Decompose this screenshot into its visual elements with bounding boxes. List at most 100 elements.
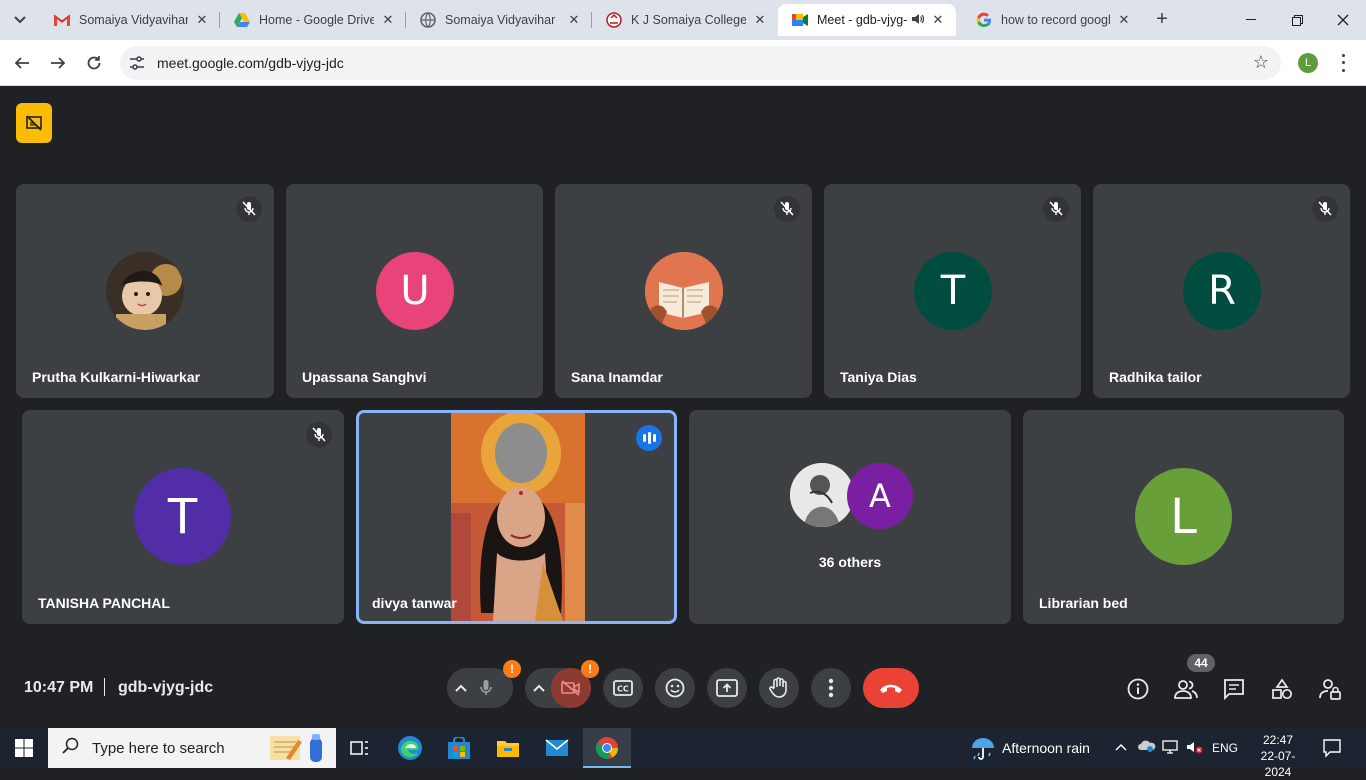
volume-muted-icon[interactable] bbox=[1186, 740, 1204, 757]
taskbar-chrome[interactable] bbox=[591, 732, 623, 764]
tab-title: K J Somaiya College o bbox=[631, 13, 746, 27]
mic-icon[interactable] bbox=[479, 679, 493, 697]
participant-tile[interactable]: T Taniya Dias bbox=[824, 184, 1081, 398]
close-icon[interactable]: ✕ bbox=[566, 12, 582, 28]
tab-strip: Somaiya Vidyavihar M ✕ Home - Google Dri… bbox=[0, 0, 1366, 40]
raise-hand-button[interactable] bbox=[759, 668, 799, 708]
back-button[interactable] bbox=[8, 49, 36, 77]
new-tab-button[interactable]: + bbox=[1151, 8, 1173, 30]
host-controls-button[interactable] bbox=[1317, 676, 1343, 702]
meeting-details-button[interactable] bbox=[1125, 676, 1151, 702]
clock-date: 22-07-2024 bbox=[1260, 749, 1296, 779]
tab-gmail[interactable]: Somaiya Vidyavihar M ✕ bbox=[40, 4, 220, 36]
tab-title: Meet - gdb-vjyg-j bbox=[817, 13, 907, 27]
task-view-button[interactable] bbox=[344, 732, 376, 764]
site-info-icon[interactable] bbox=[128, 54, 146, 72]
chevron-up-icon[interactable] bbox=[533, 684, 545, 692]
present-screen-button[interactable] bbox=[707, 668, 747, 708]
reload-button[interactable] bbox=[80, 49, 108, 77]
lock-person-icon bbox=[1319, 679, 1341, 700]
participant-tile[interactable]: L Librarian bed bbox=[1023, 410, 1344, 624]
tab-search-button[interactable] bbox=[8, 8, 32, 32]
participant-tile[interactable]: R Radhika tailor bbox=[1093, 184, 1350, 398]
taskbar-mail[interactable] bbox=[541, 732, 573, 764]
participant-tile[interactable]: Sana Inamdar bbox=[555, 184, 812, 398]
people-button[interactable] bbox=[1173, 676, 1199, 702]
restore-button[interactable] bbox=[1274, 0, 1320, 40]
meeting-clock: 10:47 PM bbox=[24, 679, 94, 696]
participant-name: 36 others bbox=[818, 554, 882, 570]
browser-toolbar: meet.google.com/gdb-vjyg-jdc ☆ L bbox=[0, 40, 1366, 86]
participant-name: Taniya Dias bbox=[840, 369, 917, 385]
taskbar-store[interactable] bbox=[443, 732, 475, 764]
start-button[interactable] bbox=[0, 728, 48, 768]
close-window-button[interactable] bbox=[1320, 0, 1366, 40]
mic-off-icon bbox=[1312, 196, 1338, 222]
camera-control[interactable]: ! bbox=[525, 660, 599, 708]
minimize-button[interactable] bbox=[1228, 0, 1274, 40]
close-icon[interactable]: ✕ bbox=[380, 12, 396, 28]
close-icon[interactable]: ✕ bbox=[1116, 12, 1132, 28]
more-vert-icon bbox=[828, 678, 834, 698]
warning-icon: ! bbox=[581, 660, 599, 678]
store-icon bbox=[448, 737, 470, 759]
speaker-icon[interactable] bbox=[911, 13, 925, 28]
more-options-button[interactable] bbox=[811, 668, 851, 708]
shapes-icon bbox=[1272, 678, 1293, 700]
microphone-control[interactable]: ! bbox=[447, 660, 521, 708]
reactions-button[interactable] bbox=[655, 668, 695, 708]
folder-icon bbox=[497, 741, 519, 757]
meet-control-bar: 10:47 PM gdb-vjyg-jdc ! ! CC 44 bbox=[0, 654, 1366, 717]
present-icon bbox=[716, 679, 738, 697]
taskbar-file-explorer[interactable] bbox=[492, 732, 524, 764]
leave-call-button[interactable] bbox=[863, 668, 919, 708]
speaking-indicator-icon bbox=[636, 425, 662, 451]
profile-avatar[interactable]: L bbox=[1298, 53, 1318, 73]
notifications-button[interactable] bbox=[1322, 738, 1342, 763]
minimize-icon bbox=[1246, 19, 1256, 20]
onedrive-icon[interactable] bbox=[1138, 739, 1156, 756]
chevron-up-icon[interactable] bbox=[455, 684, 467, 692]
url-text[interactable]: meet.google.com/gdb-vjyg-jdc bbox=[157, 55, 344, 71]
activities-button[interactable] bbox=[1269, 676, 1295, 702]
captions-button[interactable]: CC bbox=[603, 668, 643, 708]
taskbar-clock[interactable]: 22:47 22-07-2024 bbox=[1248, 732, 1308, 780]
clock-time: 22:47 bbox=[1262, 733, 1294, 747]
notification-icon bbox=[1323, 739, 1341, 758]
participant-tile[interactable]: U Upassana Sanghvi bbox=[286, 184, 543, 398]
mic-off-icon bbox=[236, 196, 262, 222]
close-icon[interactable]: ✕ bbox=[930, 12, 946, 28]
weather-text[interactable]: Afternoon rain bbox=[1002, 740, 1090, 756]
participant-tile[interactable]: T TANISHA PANCHAL bbox=[22, 410, 344, 624]
presenting-badge[interactable] bbox=[16, 103, 52, 143]
participant-name: Sana Inamdar bbox=[571, 369, 663, 385]
close-icon[interactable]: ✕ bbox=[194, 12, 210, 28]
tab-google-drive[interactable]: Home - Google Drive ✕ bbox=[220, 4, 406, 36]
taskbar-edge[interactable] bbox=[394, 732, 426, 764]
tab-meet[interactable]: Meet - gdb-vjyg-j ✕ bbox=[778, 4, 956, 36]
close-icon[interactable]: ✕ bbox=[752, 12, 768, 28]
tab-somaiya-vidyavihar[interactable]: Somaiya Vidyavihar ✕ bbox=[406, 4, 592, 36]
language-indicator[interactable]: ENG bbox=[1212, 741, 1238, 755]
address-bar[interactable]: meet.google.com/gdb-vjyg-jdc ☆ bbox=[120, 46, 1281, 80]
taskbar-search[interactable]: Type here to search bbox=[48, 728, 336, 768]
bookmark-star-icon[interactable]: ☆ bbox=[1253, 52, 1269, 73]
tab-kj-somaiya[interactable]: K J Somaiya College o ✕ bbox=[592, 4, 778, 36]
chat-button[interactable] bbox=[1221, 676, 1247, 702]
forward-button[interactable] bbox=[44, 49, 72, 77]
browser-menu-button[interactable] bbox=[1336, 52, 1350, 74]
avatar: R bbox=[1183, 252, 1261, 330]
participant-tile[interactable]: Prutha Kulkarni-Hiwarkar bbox=[16, 184, 274, 398]
no-presentation-icon bbox=[26, 115, 42, 131]
network-icon[interactable] bbox=[1162, 740, 1180, 757]
tab-google-search[interactable]: how to record googl ✕ bbox=[962, 4, 1142, 36]
warning-icon: ! bbox=[503, 660, 521, 678]
chat-icon bbox=[1224, 679, 1244, 700]
show-hidden-icons[interactable] bbox=[1115, 740, 1127, 754]
weather-icon[interactable] bbox=[970, 736, 996, 765]
meet-icon bbox=[792, 12, 808, 28]
close-icon bbox=[1337, 14, 1349, 26]
participant-tile-speaking[interactable]: divya tanwar bbox=[356, 410, 677, 624]
avatar: A bbox=[847, 463, 913, 529]
others-tile[interactable]: A 36 others bbox=[689, 410, 1011, 624]
